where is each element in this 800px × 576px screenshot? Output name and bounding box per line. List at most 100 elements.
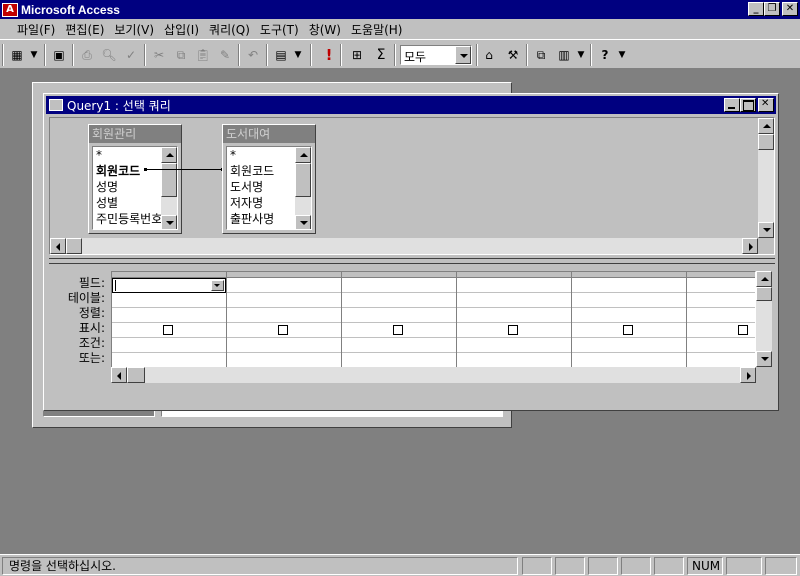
grid-cell[interactable] <box>572 338 686 353</box>
scroll-down-icon[interactable] <box>756 351 772 367</box>
build-icon[interactable]: ⚒ <box>502 45 524 65</box>
grid-cell[interactable] <box>457 323 571 338</box>
chevron-down-icon[interactable] <box>455 46 471 64</box>
menu-tools[interactable]: 도구(T) <box>255 21 304 38</box>
table-pane[interactable]: 회원관리 * 회원코드 성명 성별 주민등록번호 도서대여 * 회원코드 도서명 <box>49 117 775 255</box>
scroll-up-icon[interactable] <box>756 271 772 287</box>
scroll-right-icon[interactable] <box>740 367 756 383</box>
query-window[interactable]: Query1 : 선택 쿼리 회원관리 * 회원코드 성명 성별 주민등록번호 <box>43 93 779 411</box>
grid-cell[interactable] <box>572 308 686 323</box>
chevron-down-icon[interactable] <box>211 280 224 291</box>
menu-help[interactable]: 도움말(H) <box>346 21 408 38</box>
grid-cell[interactable] <box>457 353 571 368</box>
datasheet-view-icon[interactable]: ▦ <box>8 45 26 65</box>
help-icon[interactable]: ? <box>596 45 614 65</box>
cut-icon[interactable]: ✂ <box>150 45 168 65</box>
save-icon[interactable]: ▣ <box>50 45 68 65</box>
menu-view[interactable]: 보기(V) <box>109 21 159 38</box>
access-key-icon[interactable]: A <box>2 2 18 17</box>
totals-icon[interactable]: Σ <box>372 45 390 65</box>
copy-icon[interactable]: ⧉ <box>172 45 190 65</box>
grid-cell[interactable] <box>112 308 226 323</box>
grid-cell[interactable] <box>687 293 755 308</box>
pane-splitter[interactable] <box>49 258 775 264</box>
grid-cell[interactable] <box>227 353 341 368</box>
query-type-icon[interactable]: ▤ <box>272 45 290 65</box>
grid-cell[interactable] <box>227 338 341 353</box>
show-checkbox[interactable] <box>508 325 518 335</box>
query-type-dropdown-arrow-icon[interactable]: ▼ <box>291 45 305 65</box>
grid-cell[interactable] <box>227 323 341 338</box>
grid-cell[interactable] <box>572 293 686 308</box>
grid-cell[interactable] <box>457 278 571 293</box>
grid-cell[interactable] <box>342 308 456 323</box>
table-pane-hscroll[interactable] <box>50 238 758 254</box>
grid-cell[interactable] <box>687 278 755 293</box>
query-icon[interactable] <box>49 99 63 111</box>
grid-cell[interactable] <box>457 338 571 353</box>
grid-cell[interactable] <box>687 323 755 338</box>
new-object-icon[interactable]: ▥ <box>554 45 574 65</box>
join-line[interactable] <box>144 168 224 171</box>
paste-icon[interactable]: 📋︎ <box>194 45 212 65</box>
show-table-icon[interactable]: ⊞ <box>346 45 368 65</box>
menu-edit[interactable]: 편집(E) <box>60 21 109 38</box>
grid-cell[interactable] <box>227 278 341 293</box>
show-checkbox[interactable] <box>278 325 288 335</box>
design-grid-pane[interactable]: 필드: 테이블: 정렬: 표시: 조건: 또는: <box>49 267 775 408</box>
show-checkbox[interactable] <box>623 325 633 335</box>
scroll-thumb[interactable] <box>295 163 311 197</box>
print-icon[interactable]: ⎙ <box>78 45 96 65</box>
field-list-title[interactable]: 도서대여 <box>223 125 315 143</box>
grid-cell[interactable] <box>112 338 226 353</box>
show-checkbox[interactable] <box>163 325 173 335</box>
scroll-left-icon[interactable] <box>111 367 127 383</box>
scroll-down-icon[interactable] <box>758 222 774 238</box>
spelling-icon[interactable]: ✓ <box>122 45 140 65</box>
grid-cell[interactable] <box>342 278 456 293</box>
grid-cell[interactable] <box>572 323 686 338</box>
table-pane-vscroll[interactable] <box>758 118 774 238</box>
grid-cell[interactable] <box>342 323 456 338</box>
scroll-left-icon[interactable] <box>50 238 66 254</box>
field-list-members[interactable]: 회원관리 * 회원코드 성명 성별 주민등록번호 <box>88 124 182 234</box>
grid-cell[interactable] <box>457 308 571 323</box>
show-checkbox[interactable] <box>738 325 748 335</box>
view-dropdown-arrow-icon[interactable]: ▼ <box>27 45 41 65</box>
scroll-down-icon[interactable] <box>295 215 311 229</box>
close-button[interactable]: ✕ <box>782 2 798 16</box>
scroll-thumb[interactable] <box>758 134 774 150</box>
scroll-down-icon[interactable] <box>161 215 177 229</box>
grid-cell[interactable] <box>227 293 341 308</box>
scroll-up-icon[interactable] <box>758 118 774 134</box>
query-close-button[interactable] <box>758 98 774 112</box>
show-checkbox[interactable] <box>393 325 403 335</box>
menu-insert[interactable]: 삽입(I) <box>159 21 204 38</box>
field-list-scrollbar[interactable] <box>161 147 177 229</box>
scroll-thumb[interactable] <box>66 238 82 254</box>
grid-cell[interactable] <box>342 293 456 308</box>
grid-hscroll[interactable] <box>111 367 756 383</box>
query-maximize-button[interactable] <box>740 98 756 112</box>
new-object-dropdown-arrow-icon[interactable]: ▼ <box>575 45 587 65</box>
query-window-titlebar[interactable]: Query1 : 선택 쿼리 <box>46 96 776 114</box>
grid-cell[interactable] <box>572 278 686 293</box>
grid-cell[interactable] <box>227 308 341 323</box>
database-window-icon[interactable]: ⧉ <box>532 45 550 65</box>
grid-cell[interactable] <box>112 353 226 368</box>
menu-window[interactable]: 창(W) <box>304 21 346 38</box>
scroll-right-icon[interactable] <box>742 238 758 254</box>
menu-file[interactable]: 파일(F) <box>12 21 60 38</box>
properties-icon[interactable]: ⌂ <box>480 45 498 65</box>
grid-cell[interactable] <box>457 293 571 308</box>
run-icon[interactable]: ! <box>320 45 338 65</box>
undo-icon[interactable]: ↶ <box>244 45 262 65</box>
restore-button[interactable]: ❐ <box>764 2 780 16</box>
top-values-combo[interactable]: 모두 <box>400 45 472 65</box>
scroll-up-icon[interactable] <box>161 147 177 163</box>
minimize-button[interactable]: _ <box>748 2 764 16</box>
grid-cell[interactable] <box>342 338 456 353</box>
grid-cell[interactable] <box>687 338 755 353</box>
field-list-title[interactable]: 회원관리 <box>89 125 181 143</box>
grid-cell[interactable] <box>112 293 226 308</box>
